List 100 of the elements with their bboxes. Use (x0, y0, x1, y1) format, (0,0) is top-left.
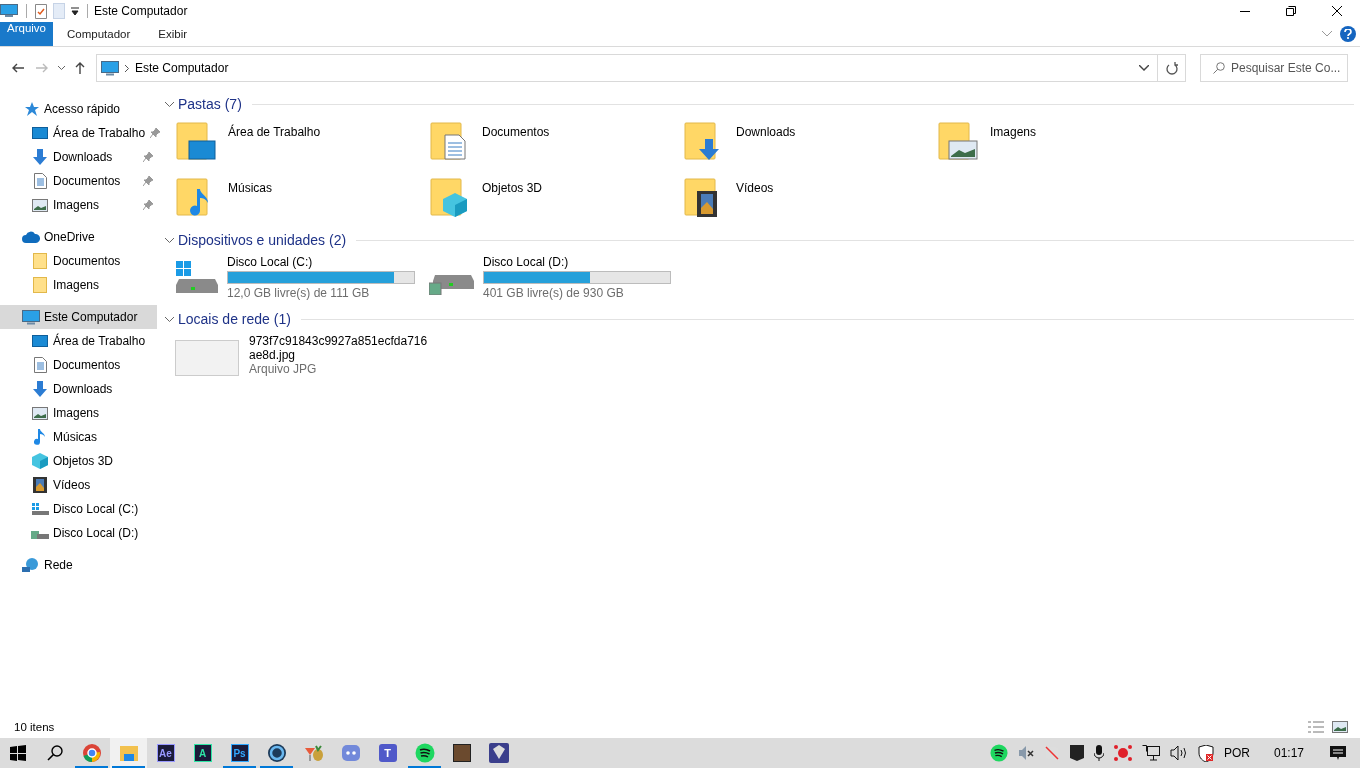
sidebar-item[interactable]: Imagens (0, 401, 157, 425)
sidebar-item[interactable]: Disco Local (D:) (0, 521, 157, 545)
folder-name[interactable]: Imagens (990, 125, 1037, 139)
group-heading[interactable]: Dispositivos e unidades (2) (178, 232, 347, 248)
sidebar-item[interactable]: Documentos (0, 249, 157, 273)
app-logo-icon: Ps (230, 744, 249, 762)
ribbon-tab[interactable]: Arquivo (0, 22, 53, 46)
music-note-icon (34, 429, 46, 445)
taskbar-app[interactable]: A (184, 738, 221, 768)
network-icon[interactable] (1141, 745, 1160, 761)
folder-name[interactable]: Documentos (482, 125, 550, 139)
file-name[interactable]: 973f7c91843c9927a851ecfda716ae8d.jpg (249, 334, 429, 362)
chevron-right-icon (125, 64, 129, 72)
drive-name[interactable]: Disco Local (C:) (227, 255, 415, 269)
folder-name[interactable]: Vídeos (736, 181, 774, 195)
taskbar-app[interactable]: Ae (147, 738, 184, 768)
chevron-down-icon[interactable] (1139, 65, 1149, 71)
input-language[interactable]: POR (1223, 746, 1250, 760)
sidebar-item[interactable]: Documentos (0, 169, 157, 193)
sidebar-item[interactable]: OneDrive (0, 225, 157, 249)
group-heading[interactable]: Locais de rede (1) (178, 311, 291, 327)
collapse-chevron-icon[interactable] (165, 237, 174, 243)
sidebar-item[interactable]: Área de Trabalho (0, 329, 157, 353)
down-arrow-icon (32, 381, 48, 397)
taskbar-app[interactable]: T (369, 738, 406, 768)
folder-name[interactable]: Músicas (228, 181, 272, 195)
sidebar-item[interactable]: Imagens (0, 193, 157, 217)
picture-folder-icon (937, 119, 979, 163)
clock[interactable]: 01:17 (1273, 746, 1304, 760)
notification-icon[interactable] (1330, 745, 1346, 761)
app-logo-icon: A (193, 744, 212, 762)
picture-icon (32, 406, 48, 420)
ribbon-tab[interactable]: Exibir (144, 22, 202, 46)
folder-name[interactable]: Área de Trabalho (228, 125, 321, 139)
spotify-icon[interactable] (989, 744, 1008, 762)
refresh-icon (1165, 61, 1178, 75)
cocktail-icon (303, 743, 324, 763)
collapse-chevron-icon[interactable] (165, 316, 174, 322)
shield-icon[interactable] (1197, 744, 1214, 762)
ring-icon (266, 743, 287, 763)
sidebar-item[interactable]: Disco Local (C:) (0, 497, 157, 521)
file-type: Arquivo JPG (249, 362, 318, 376)
folder-icon (33, 253, 47, 269)
free-space-text: 12,0 GB livre(s) de 111 GB (227, 286, 371, 300)
cloud-icon (22, 231, 40, 243)
large-icons-view-icon[interactable] (1332, 721, 1348, 733)
sidebar-item[interactable]: Rede (0, 553, 157, 577)
window-title: Este Computador (94, 4, 188, 18)
windows-logo-icon (10, 745, 26, 761)
drive-icon (175, 260, 219, 295)
group-heading[interactable]: Pastas (7) (178, 96, 242, 112)
microphone-icon[interactable] (1093, 745, 1104, 761)
taskbar-app[interactable]: Ps (221, 738, 258, 768)
dropdown-icon[interactable] (71, 7, 79, 15)
search-field[interactable]: Pesquisar Este Co... (1200, 54, 1348, 82)
search-icon (1213, 62, 1225, 74)
sidebar-item[interactable]: Músicas (0, 425, 157, 449)
computer-icon[interactable] (0, 4, 18, 18)
app-logo-icon: Ae (156, 744, 175, 762)
ribbon-tab[interactable]: Computador (53, 22, 145, 46)
spotify-icon (414, 743, 435, 763)
help-icon[interactable] (1340, 26, 1356, 42)
collapse-chevron-icon[interactable] (165, 101, 174, 107)
free-space-text: 401 GB livre(s) de 930 GB (483, 286, 625, 300)
network-globe-icon (22, 557, 40, 573)
drive-name[interactable]: Disco Local (D:) (483, 255, 671, 269)
folder-name[interactable]: Objetos 3D (482, 181, 543, 195)
shield-logo-icon[interactable] (1069, 745, 1084, 761)
sidebar-item[interactable]: Downloads (0, 145, 157, 169)
computer-icon (22, 309, 40, 325)
breadcrumb-item[interactable]: Este Computador (135, 61, 229, 75)
sidebar-item[interactable]: Downloads (0, 377, 157, 401)
document-icon (33, 357, 47, 373)
restore-icon (1286, 6, 1296, 16)
sidebar-item[interactable]: Acesso rápido (0, 97, 157, 121)
desktop-icon (32, 126, 48, 140)
tray-app-icon[interactable] (1113, 745, 1132, 761)
folder-name[interactable]: Downloads (736, 125, 796, 139)
sidebar-item[interactable]: Este Computador (0, 305, 157, 329)
properties-icon[interactable] (35, 3, 47, 19)
sidebar-item[interactable]: Vídeos (0, 473, 157, 497)
star-icon (23, 101, 39, 117)
browser-icon (81, 743, 102, 763)
back-arrow-icon (12, 63, 24, 73)
up-arrow-icon (75, 62, 85, 74)
muted-speaker-icon[interactable] (1017, 745, 1034, 761)
sidebar-item[interactable]: Área de Trabalho (0, 121, 157, 145)
sidebar-item[interactable]: Imagens (0, 273, 157, 297)
photo-placeholder (452, 744, 471, 762)
sidebar-item[interactable]: Documentos (0, 353, 157, 377)
film-icon (33, 477, 47, 493)
refresh-button[interactable] (1158, 54, 1186, 82)
chat-icon (340, 744, 361, 762)
volume-icon[interactable] (1169, 745, 1188, 761)
sidebar-item[interactable]: Objetos 3D (0, 449, 157, 473)
expand-ribbon-icon[interactable] (1322, 31, 1332, 37)
search-icon (46, 745, 63, 761)
computer-icon (101, 60, 119, 76)
desktop-folder-icon (175, 119, 217, 163)
address-field[interactable]: Este Computador (96, 54, 1158, 82)
